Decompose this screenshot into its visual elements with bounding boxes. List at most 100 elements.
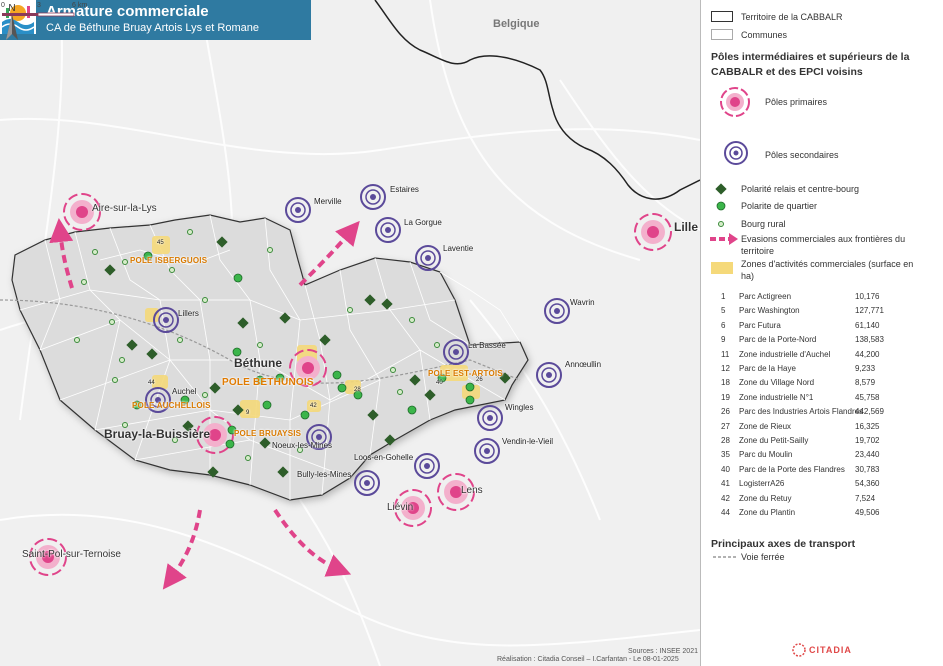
zone-number-cell: 44 <box>721 508 730 517</box>
scale-bar: 0 3 6 km <box>1 2 87 17</box>
label-laventie: Laventie <box>443 244 474 253</box>
zone-number-cell: 5 <box>721 306 726 316</box>
zone-name-cell: Zone du Plantin <box>739 508 796 517</box>
zone-number-cell: 27 <box>721 421 730 431</box>
zone-row: 44 Zone du Plantin 49,506 <box>721 508 921 522</box>
zone-number: 28 <box>354 387 361 393</box>
zone-name-cell: Parc de la Porte-Nord <box>739 335 817 345</box>
zone-row: 18 Zone du Village Nord 8,579 <box>721 378 921 392</box>
legend-relais-icon <box>715 183 727 195</box>
legend-bourg-icon <box>718 221 724 227</box>
pole-secondaire-lagorgue <box>375 217 401 243</box>
zone-surface-cell: 442,569 <box>855 407 884 417</box>
pole-secondaire-wavrin <box>544 298 570 324</box>
label-pole-estartois: POLE EST-ARTOIS <box>428 369 503 378</box>
label-wavrin: Wavrin <box>570 298 595 307</box>
zone-name-cell: Parc de la Porte des Flandres <box>739 464 845 474</box>
zone-name-cell: Zone du Village Nord <box>739 378 815 388</box>
zone-surface-cell: 54,360 <box>855 479 880 489</box>
zone-row: 9 Parc de la Porte-Nord 138,583 <box>721 335 921 349</box>
label-labassee: La Bassée <box>468 341 506 350</box>
zone-number-cell: 1 <box>721 292 726 301</box>
zone-number: 45 <box>157 240 164 246</box>
map-credits: Réalisation : Citadia Conseil – I.Carfan… <box>497 656 679 663</box>
label-belgique: Belgique <box>493 18 540 30</box>
zone-name-cell: Parc Actigreen <box>739 292 792 301</box>
scale-label-6: 6 km <box>72 2 87 9</box>
zone-number-cell: 28 <box>721 436 730 445</box>
label-aire: Aire-sur-la-Lys <box>92 203 157 214</box>
citadia-logo-icon <box>792 643 806 657</box>
label-annoeullin: Annœullin <box>565 360 602 369</box>
zone-name-cell: Parc des Industries Artois Flandres <box>739 407 864 417</box>
zone-number-cell: 18 <box>721 378 730 388</box>
pole-primaire-lille <box>634 213 672 251</box>
zone-name-cell: Zone industrielle N°1 <box>739 392 814 402</box>
label-lille: Lille <box>674 220 699 234</box>
map-canvas <box>0 0 700 666</box>
zone-surface-cell: 8,579 <box>855 378 876 388</box>
zone-name-cell: Parc de la Haye <box>739 364 796 373</box>
zone-name-cell: Zone industrielle d'Auchel <box>739 349 831 359</box>
zone-surface-cell: 23,440 <box>855 450 880 460</box>
zone-row: 6 Parc Futura 61,140 <box>721 321 921 335</box>
zone-number-cell: 41 <box>721 479 730 489</box>
legend-bourg-label: Bourg rural <box>741 219 786 229</box>
zone-row: 40 Parc de la Porte des Flandres 30,783 <box>721 465 921 479</box>
zone-number-cell: 12 <box>721 364 730 373</box>
label-vendin: Vendin-le-Vieil <box>502 437 553 446</box>
label-merville: Merville <box>314 197 342 206</box>
scale-label-0: 0 <box>1 2 5 9</box>
zone-surface-cell: 16,325 <box>855 421 880 431</box>
zone-row: 42 Zone du Retuy 7,524 <box>721 494 921 508</box>
legend-panel: Territoire de la CABBALR Communes Pôles … <box>700 0 943 666</box>
pole-secondaire-annoeullin <box>536 362 562 388</box>
label-pole-bruaysis: POLE BRUAYSIS <box>234 429 302 438</box>
label-lillers: Lillers <box>178 309 199 318</box>
pole-secondaire-merville <box>285 197 311 223</box>
legend-transport-title: Principaux axes de transport <box>711 538 856 550</box>
zone-number-cell: 40 <box>721 464 730 474</box>
legend-communes-label: Communes <box>741 30 788 40</box>
label-lagorgue: La Gorgue <box>404 218 442 227</box>
zone-number: 9 <box>246 410 250 416</box>
label-stpol: Saint-Pol-sur-Ternoise <box>22 549 121 560</box>
zone-name-cell: Zone du Petit-Sailly <box>739 436 809 445</box>
legend-poles-title: Pôles intermédiaires et supérieurs de la… <box>711 51 910 78</box>
legend-territoire-label: Territoire de la CABBALR <box>741 12 843 22</box>
zone-name-cell: LogisterrA26 <box>739 479 785 489</box>
zone-number: 42 <box>310 403 317 409</box>
zone-number-cell: 19 <box>721 392 730 402</box>
zone-number-cell: 9 <box>721 335 726 345</box>
map-sources: Sources : INSEE 2021 <box>627 648 698 655</box>
legend-territoire-swatch <box>711 11 733 22</box>
zone-row: 28 Zone du Petit-Sailly 19,702 <box>721 436 921 450</box>
zone-row: 27 Zone de Rieux 16,325 <box>721 422 921 436</box>
zone-surface-cell: 30,783 <box>855 464 880 474</box>
zone-number-cell: 42 <box>721 493 730 503</box>
legend-communes-swatch <box>711 29 733 40</box>
zone-row: 19 Zone industrielle N°1 45,758 <box>721 393 921 407</box>
pole-secondaire-loos <box>414 453 440 479</box>
zone-row: 41 LogisterrA26 54,360 <box>721 479 921 493</box>
pole-secondaire-laventie <box>415 245 441 271</box>
zone-surface-cell: 127,771 <box>855 306 884 316</box>
legend-pole-secondaire-icon <box>724 141 748 165</box>
zone-row: 35 Parc du Moulin 23,440 <box>721 450 921 464</box>
label-wingles: Wingles <box>505 403 534 412</box>
zone-row: 26 Parc des Industries Artois Flandres 442… <box>721 407 921 421</box>
scale-label-3: 3 <box>37 2 41 9</box>
zone-number-cell: 11 <box>721 349 730 359</box>
zone-surface-cell: 49,506 <box>855 508 880 517</box>
zone-name-cell: Zone de Rieux <box>739 421 792 431</box>
zone-surface-cell: 9,233 <box>855 364 876 373</box>
zone-row: 5 Parc Washington 127,771 <box>721 306 921 320</box>
label-pole-auchellois: POLE AUCHELLOIS <box>132 401 211 410</box>
pole-secondaire-vendin <box>474 438 500 464</box>
legend-quartier-icon <box>716 201 726 211</box>
zone-number-cell: 26 <box>721 407 730 417</box>
map-area[interactable]: Armature commerciale CA de Béthune Bruay… <box>0 0 700 666</box>
pole-secondaire-estaires <box>360 184 386 210</box>
legend-pole-primaire-icon <box>720 87 750 117</box>
label-loos: Loos-en-Gohelle <box>354 453 414 462</box>
